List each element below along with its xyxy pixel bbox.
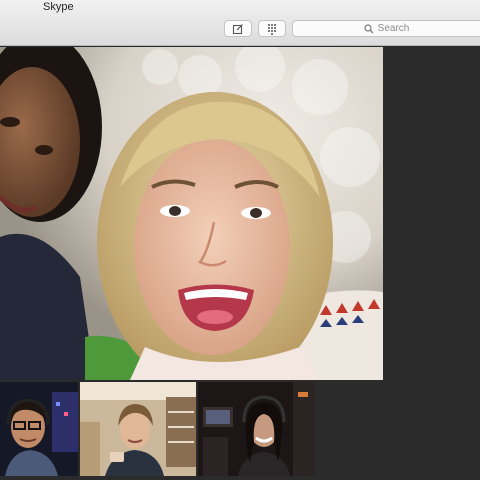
main-video-feed[interactable] bbox=[0, 47, 383, 380]
dialpad-button[interactable] bbox=[258, 20, 286, 37]
app-title: Skype bbox=[43, 1, 74, 13]
participant-thumbnail-2[interactable] bbox=[80, 382, 196, 476]
search-icon bbox=[364, 23, 374, 33]
search-placeholder: Search bbox=[377, 23, 410, 34]
participant-thumbnail-3[interactable] bbox=[198, 382, 315, 476]
search-field[interactable]: Search bbox=[292, 20, 480, 37]
window-toolbar: Skype Search bbox=[0, 0, 480, 46]
new-message-button[interactable] bbox=[224, 20, 252, 37]
participant-thumbnail-1[interactable] bbox=[0, 382, 78, 476]
dialpad-icon bbox=[268, 23, 276, 35]
compose-icon bbox=[232, 23, 243, 34]
participant-thumbnails bbox=[0, 382, 315, 476]
